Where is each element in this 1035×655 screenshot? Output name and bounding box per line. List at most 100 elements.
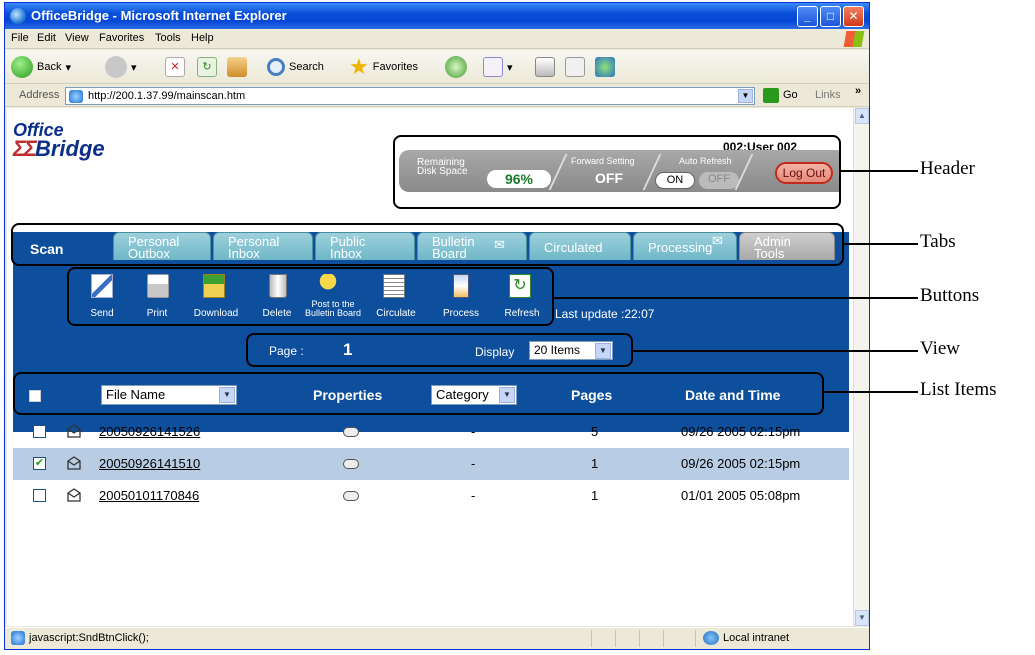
- title-bar: OfficeBridge - Microsoft Internet Explor…: [5, 3, 869, 29]
- row-checkbox[interactable]: ✔: [33, 457, 46, 470]
- back-arrow-icon: [11, 56, 33, 78]
- list-items-callout-box: [13, 372, 824, 415]
- table-row[interactable]: ✔ 20050926141510 - 1 09/26 2005 02:15pm: [13, 448, 849, 480]
- close-button[interactable]: ✕: [843, 6, 864, 27]
- menu-help[interactable]: Help: [191, 32, 214, 44]
- datetime-value: 09/26 2005 02:15pm: [681, 424, 801, 439]
- table-row[interactable]: 20050926141526 - 5 09/26 2005 02:15pm: [13, 416, 849, 448]
- view-callout-label: View: [920, 338, 961, 359]
- home-icon: [227, 57, 247, 77]
- envelope-icon: [67, 424, 81, 438]
- edit-button[interactable]: [565, 56, 585, 78]
- chevron-icon[interactable]: »: [855, 85, 861, 97]
- zone-text: Local intranet: [723, 632, 790, 644]
- search-icon: [267, 58, 285, 76]
- menu-bar: File Edit View Favorites Tools Help: [5, 29, 869, 49]
- home-button[interactable]: [227, 56, 247, 78]
- page-status-icon: [11, 631, 25, 645]
- history-button[interactable]: [445, 56, 467, 78]
- messenger-button[interactable]: [595, 56, 615, 78]
- go-arrow-icon[interactable]: [763, 88, 779, 103]
- row-checkbox[interactable]: [33, 425, 46, 438]
- last-update-text: Last update :22:07: [555, 307, 655, 321]
- go-button[interactable]: Go: [783, 89, 798, 101]
- browser-window: OfficeBridge - Microsoft Internet Explor…: [4, 2, 870, 650]
- pages-value: 1: [591, 456, 599, 471]
- favorites-label: Favorites: [372, 61, 418, 73]
- pages-value: 1: [591, 488, 599, 503]
- logo-text-bottom: ΣΣBridge: [13, 136, 105, 161]
- buttons-callout-box: [67, 267, 554, 326]
- tabs-callout-box: [11, 223, 844, 266]
- pages-value: 5: [591, 424, 599, 439]
- mail-button[interactable]: ▾: [483, 56, 513, 78]
- officebridge-logo: Office ΣΣBridge: [13, 120, 173, 170]
- address-label: Address: [19, 89, 60, 101]
- refresh-button[interactable]: ↻: [197, 56, 217, 78]
- file-name-link[interactable]: 20050926141510: [99, 456, 200, 471]
- buttons-callout-line: [554, 297, 918, 299]
- status-bar: javascript:SndBtnClick(); Local intranet: [5, 627, 869, 649]
- back-button[interactable]: Back ▾: [11, 56, 71, 78]
- minimize-button[interactable]: _: [797, 6, 818, 27]
- address-url: http://200.1.37.99/mainscan.htm: [88, 90, 246, 102]
- menu-favorites[interactable]: Favorites: [99, 32, 144, 44]
- menu-file[interactable]: File: [11, 32, 29, 44]
- properties-icon[interactable]: [343, 491, 359, 501]
- maximize-button[interactable]: □: [820, 6, 841, 27]
- row-checkbox[interactable]: [33, 489, 46, 502]
- tabs-callout-line: [844, 243, 918, 245]
- table-row[interactable]: 20050101170846 - 1 01/01 2005 05:08pm: [13, 480, 849, 512]
- category-value: -: [471, 488, 476, 503]
- menu-edit[interactable]: Edit: [37, 32, 56, 44]
- windows-logo-icon: [843, 31, 865, 47]
- file-name-link[interactable]: 20050101170846: [99, 488, 199, 503]
- menu-tools[interactable]: Tools: [155, 32, 181, 44]
- refresh-icon: ↻: [197, 57, 217, 77]
- datetime-value: 09/26 2005 02:15pm: [681, 456, 801, 471]
- list-items-callout-line: [824, 391, 918, 393]
- scroll-up-icon[interactable]: ▲: [855, 108, 869, 124]
- menu-view[interactable]: View: [65, 32, 89, 44]
- properties-icon[interactable]: [343, 459, 359, 469]
- logo-bridge-text: Bridge: [34, 136, 105, 161]
- status-divider: [639, 630, 640, 647]
- properties-icon[interactable]: [343, 427, 359, 437]
- envelope-icon: [67, 488, 81, 502]
- page-icon: [69, 90, 83, 103]
- stop-icon: ✕: [165, 57, 185, 77]
- address-dropdown-icon[interactable]: ▼: [738, 89, 753, 103]
- vertical-scrollbar[interactable]: ▲ ▼: [853, 108, 869, 626]
- ie-app-icon: [10, 8, 26, 24]
- favorites-button[interactable]: ★ Favorites: [349, 54, 418, 79]
- messenger-icon: [595, 57, 615, 77]
- category-value: -: [471, 424, 476, 439]
- tabs-callout-label: Tabs: [920, 231, 956, 252]
- window-title: OfficeBridge - Microsoft Internet Explor…: [31, 8, 287, 23]
- print-button[interactable]: [535, 56, 555, 78]
- status-divider: [695, 630, 696, 647]
- address-bar: Address http://200.1.37.99/mainscan.htm …: [5, 85, 869, 107]
- forward-arrow-icon: [105, 56, 127, 78]
- forward-button[interactable]: ▾: [105, 56, 137, 78]
- browser-toolbar: Back ▾ ▾ ✕ ↻ Search ★ Favorites ▾: [5, 50, 869, 84]
- printer-icon: [535, 57, 555, 77]
- file-name-link[interactable]: 20050926141526: [99, 424, 200, 439]
- search-label: Search: [289, 61, 324, 73]
- scroll-down-icon[interactable]: ▼: [855, 610, 869, 626]
- star-icon: ★: [349, 54, 369, 79]
- header-callout-line: [841, 170, 918, 172]
- history-icon: [445, 56, 467, 78]
- search-button[interactable]: Search: [267, 56, 324, 78]
- mail-icon: [483, 57, 503, 77]
- status-divider: [591, 630, 592, 647]
- header-callout-box: [393, 135, 841, 209]
- buttons-callout-label: Buttons: [920, 285, 980, 306]
- address-input[interactable]: http://200.1.37.99/mainscan.htm ▼: [65, 87, 755, 105]
- view-callout-box: [246, 333, 633, 367]
- links-button[interactable]: Links: [815, 89, 841, 101]
- stop-button[interactable]: ✕: [165, 56, 185, 78]
- envelope-icon: [67, 456, 81, 470]
- view-callout-line: [633, 350, 918, 352]
- intranet-globe-icon: [703, 631, 719, 645]
